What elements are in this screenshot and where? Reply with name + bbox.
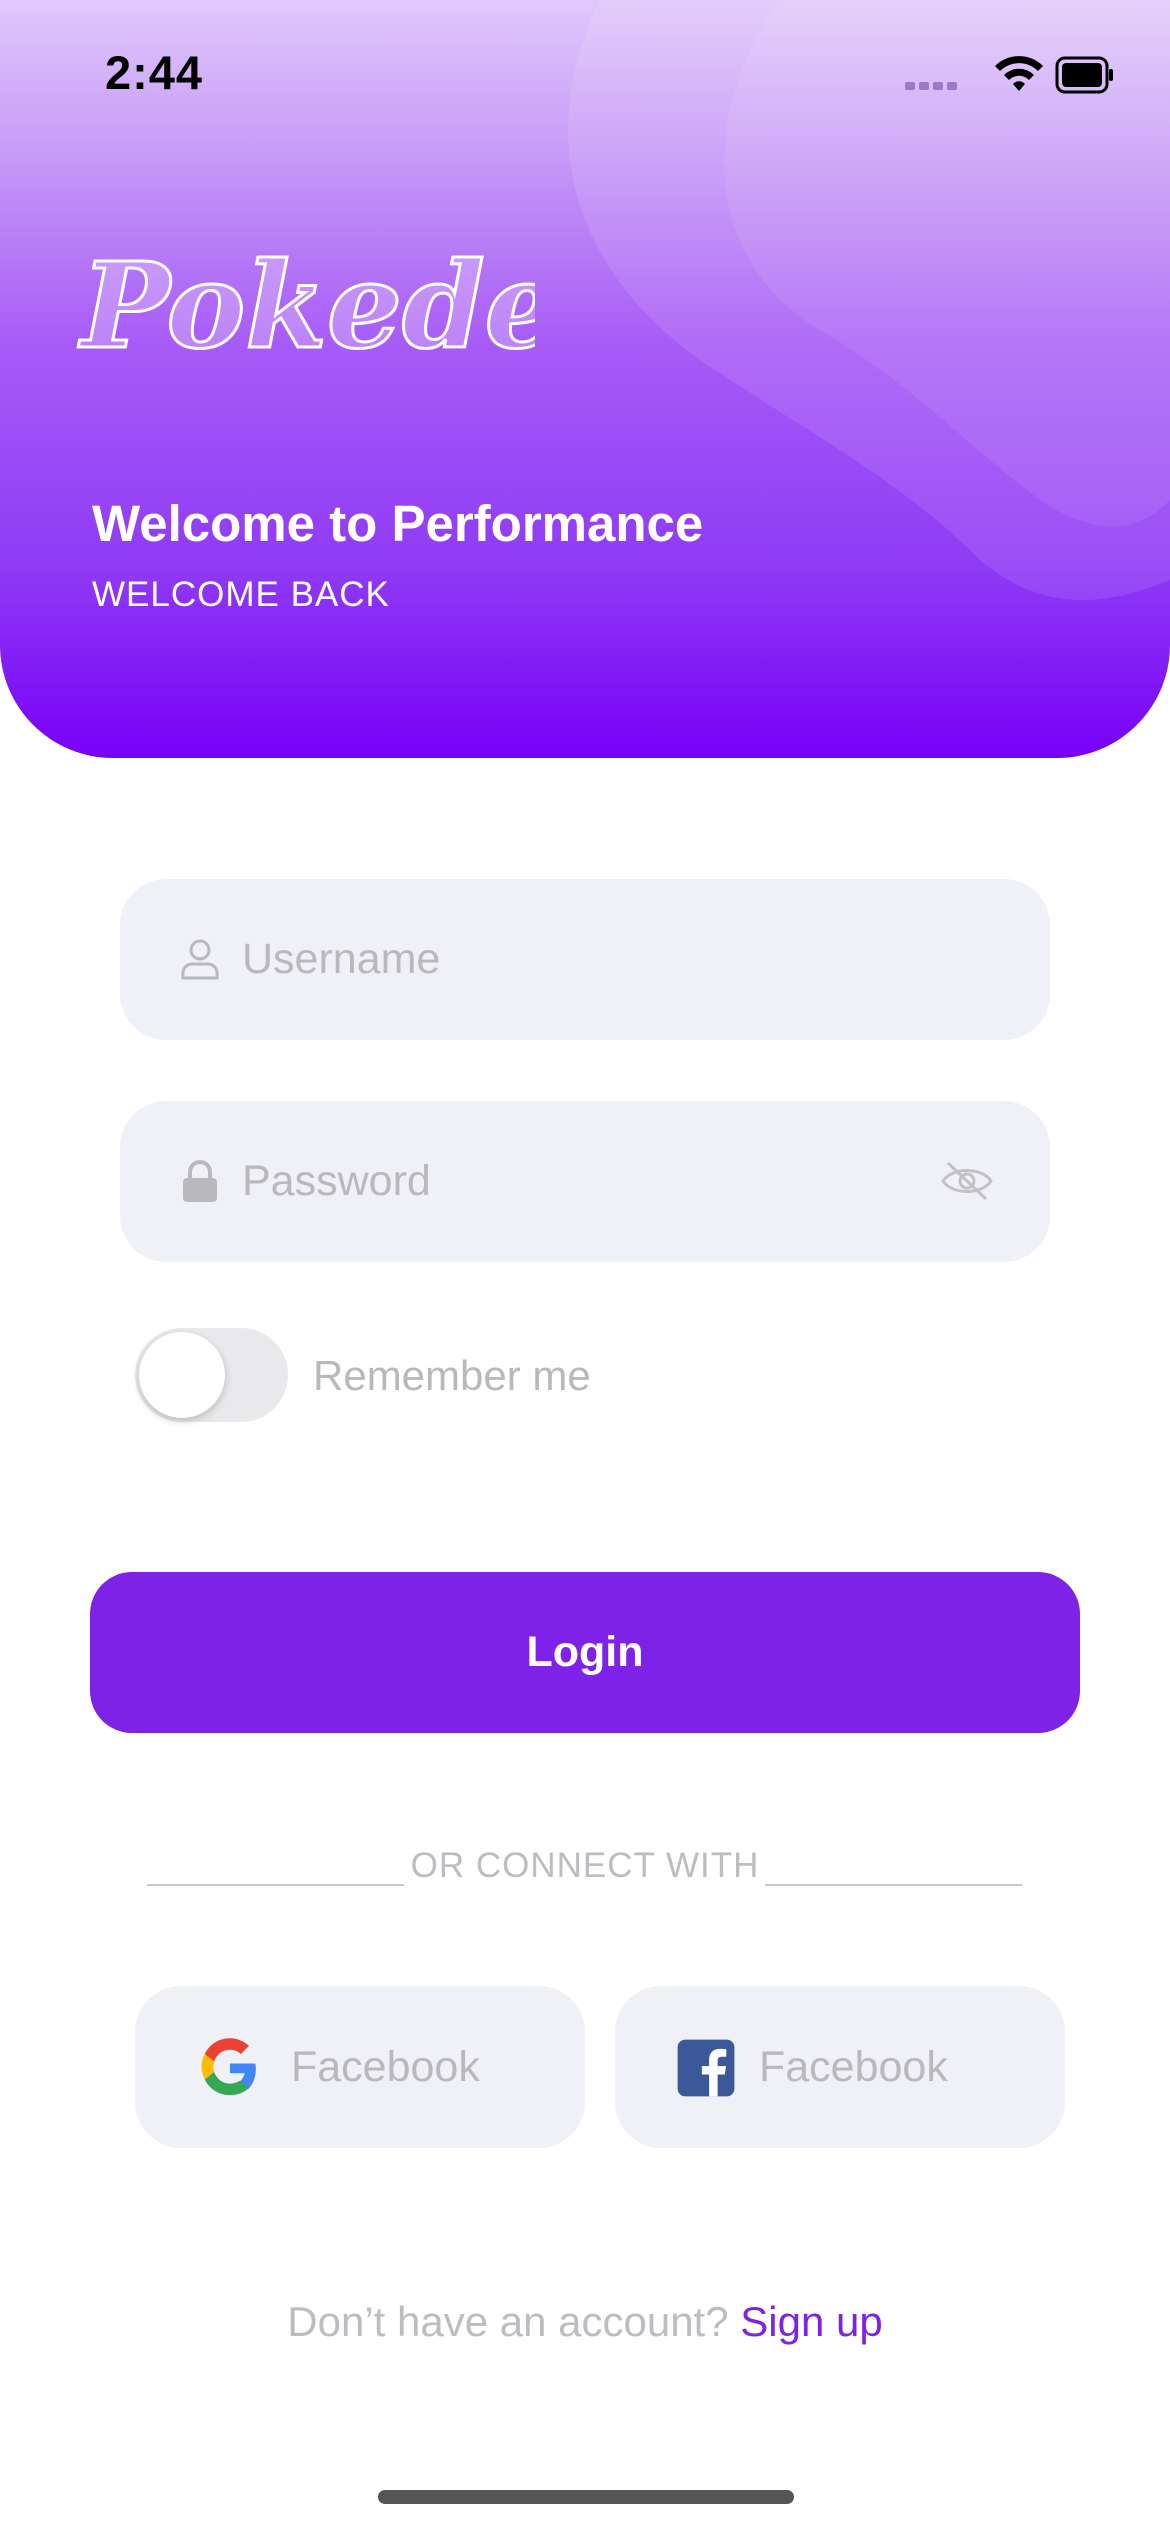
pokedex-logo: Pokedex <box>77 235 536 375</box>
signup-link[interactable]: Sign up <box>740 2298 882 2345</box>
status-icons <box>905 56 1113 94</box>
toggle-knob <box>139 1332 225 1418</box>
wifi-icon <box>995 56 1043 91</box>
header-banner: 2:44 Pokedex Welcome to Performance WELC… <box>0 0 1170 758</box>
login-button[interactable]: Login <box>90 1572 1080 1733</box>
google-button-label: Facebook <box>291 2043 480 2091</box>
password-field[interactable]: Password <box>120 1101 1050 1262</box>
username-input[interactable]: Username <box>242 879 440 1040</box>
signup-prompt-text: Don’t have an account? <box>287 2298 741 2345</box>
status-time: 2:44 <box>105 46 204 99</box>
google-icon <box>201 2038 256 2096</box>
google-button[interactable]: Facebook <box>135 1986 585 2148</box>
facebook-button[interactable]: Facebook <box>615 1986 1065 2148</box>
facebook-icon <box>677 2039 735 2097</box>
divider-line-right <box>765 1884 1022 1886</box>
signup-prompt: Don’t have an account? Sign up <box>0 2298 1170 2346</box>
lock-icon <box>183 1160 217 1202</box>
remember-toggle[interactable] <box>135 1328 288 1422</box>
username-field[interactable]: Username <box>120 879 1050 1040</box>
facebook-button-label: Facebook <box>759 2043 948 2091</box>
welcome-title: Welcome to Performance <box>92 495 704 552</box>
eye-off-icon[interactable] <box>940 1159 994 1203</box>
divider-text: OR CONNECT WITH <box>410 1846 760 1885</box>
header-waves-decoration <box>568 0 1170 600</box>
home-indicator[interactable] <box>378 2490 794 2504</box>
password-input[interactable]: Password <box>242 1101 431 1262</box>
user-icon <box>181 939 219 980</box>
battery-icon <box>1055 56 1113 94</box>
signal-icon <box>905 82 957 90</box>
welcome-subtitle: WELCOME BACK <box>92 575 390 614</box>
remember-label: Remember me <box>313 1352 591 1399</box>
logo-text: Pokedex <box>78 236 535 375</box>
